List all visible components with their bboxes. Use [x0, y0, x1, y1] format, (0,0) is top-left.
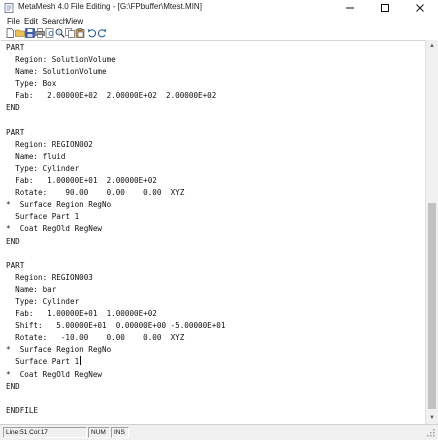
- print-icon[interactable]: [35, 28, 45, 38]
- vertical-scrollbar[interactable]: ▲ ▼: [425, 40, 438, 424]
- editor-line: Fab: 1.00000E+01 2.00000E+02: [6, 176, 157, 186]
- close-icon: [416, 4, 424, 12]
- app-icon: [4, 3, 14, 13]
- editor-lines: PART Region: SolutionVolume Name: Soluti…: [6, 42, 225, 417]
- editor-line: Rotate: -10.00 0.00 0.00 XYZ: [6, 333, 185, 343]
- open-folder-icon[interactable]: [15, 28, 25, 38]
- insert-mode-indicator: INS: [111, 427, 129, 438]
- num-lock-indicator: NUM: [88, 427, 110, 438]
- editor-line: * Coat RegOld RegNew: [6, 224, 103, 234]
- find-icon[interactable]: [55, 28, 65, 38]
- scrollbar-thumb[interactable]: [428, 203, 436, 409]
- editor-line: Name: SolutionVolume: [6, 67, 107, 77]
- editor-line: Type: Cylinder: [6, 163, 80, 173]
- editor-line: Fab: 1.00000E+01 1.00000E+02: [6, 309, 157, 319]
- editor-line: Surface Part 1: [6, 212, 80, 222]
- new-file-icon[interactable]: [5, 28, 15, 38]
- redo-icon[interactable]: [97, 28, 107, 38]
- editor-line: Name: fluid: [6, 151, 66, 161]
- status-bar: Line:51 Col:17 NUM INS: [0, 424, 438, 440]
- menu-view[interactable]: View: [66, 16, 83, 28]
- menu-bar: File Edit Search View: [0, 16, 438, 28]
- editor-line: END: [6, 381, 20, 391]
- editor-line: Rotate: 90.00 0.00 0.00 XYZ: [6, 188, 185, 198]
- editor-line: Region: REGION003: [6, 272, 93, 282]
- editor-line: PART: [6, 43, 25, 52]
- editor-line: Region: REGION002: [6, 139, 93, 149]
- editor-line: * Surface Region RegNo: [6, 200, 112, 210]
- toolbar: [0, 28, 438, 39]
- cursor-position: Line:51 Col:17: [3, 427, 87, 438]
- editor-line: Type: Cylinder: [6, 296, 80, 306]
- title-bar: MetaMesh 4.0 File Editing - [G:\FPbuffer…: [0, 0, 438, 16]
- editor-line: PART: [6, 260, 25, 270]
- editor-line: * Coat RegOld RegNew: [6, 369, 103, 379]
- editor-line: ENDFILE: [6, 405, 39, 415]
- print-preview-icon[interactable]: [45, 28, 55, 38]
- resize-grip-icon[interactable]: [426, 428, 436, 438]
- menu-search[interactable]: Search: [42, 16, 67, 28]
- editor-line: Shift: 5.00000E+01 0.00000E+00 -5.00000E…: [6, 321, 226, 331]
- scroll-down-arrow-icon[interactable]: ▼: [426, 412, 438, 424]
- editor-line: PART: [6, 127, 25, 137]
- window-title: MetaMesh 4.0 File Editing - [G:\FPbuffer…: [18, 2, 202, 11]
- maximize-button[interactable]: [370, 0, 400, 16]
- close-button[interactable]: [405, 0, 435, 16]
- paste-icon[interactable]: [75, 28, 85, 38]
- text-editor[interactable]: PART Region: SolutionVolume Name: Soluti…: [1, 40, 425, 424]
- editor-line-with-caret: Surface Part 1: [6, 356, 225, 368]
- editor-line: END: [6, 103, 20, 113]
- maximize-icon: [381, 4, 389, 12]
- editor-line: Fab: 2.00000E+02 2.00000E+02 2.00000E+02: [6, 91, 217, 101]
- text-caret: [80, 356, 82, 366]
- copy-icon[interactable]: [65, 28, 75, 38]
- menu-file[interactable]: File: [7, 16, 20, 28]
- editor-line: * Surface Region RegNo: [6, 345, 112, 355]
- minimize-button[interactable]: [335, 0, 365, 16]
- editor-line: Region: SolutionVolume: [6, 55, 116, 65]
- minimize-icon: [346, 7, 354, 9]
- editor-line-text: Surface Part 1: [6, 357, 80, 367]
- scroll-up-arrow-icon[interactable]: ▲: [426, 40, 438, 52]
- editor-line: Type: Box: [6, 79, 57, 89]
- editor-line: END: [6, 236, 20, 246]
- undo-icon[interactable]: [87, 28, 97, 38]
- menu-edit[interactable]: Edit: [24, 16, 38, 28]
- save-icon[interactable]: [25, 28, 35, 38]
- editor-line: Name: bar: [6, 284, 57, 294]
